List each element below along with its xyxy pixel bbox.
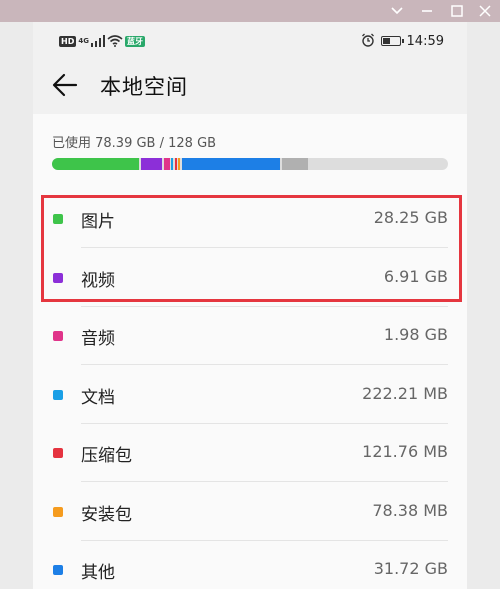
signal-icon xyxy=(90,32,105,51)
category-color-dot xyxy=(53,331,63,341)
category-size: 1.98 GB xyxy=(383,325,448,344)
usage-segment-7 xyxy=(281,158,309,170)
category-color-dot xyxy=(53,214,63,224)
collapse-chevron-icon[interactable] xyxy=(382,0,412,22)
category-label: 图片 xyxy=(81,212,115,232)
close-icon[interactable] xyxy=(470,0,500,22)
storage-usage-text: 已使用 78.39 GB / 128 GB xyxy=(52,136,217,151)
usage-segment-2 xyxy=(163,158,170,170)
category-row[interactable]: 视频 6.91 GB xyxy=(33,249,467,307)
category-size: 6.91 GB xyxy=(383,266,448,286)
storage-category-list: 图片 28.25 GB 视频 6.91 GB 音频 1.98 GB 文档 222.21 MB 压… xyxy=(33,190,467,589)
category-size: 31.72 GB xyxy=(373,559,448,578)
category-row[interactable]: 图片 28.25 GB xyxy=(33,190,467,248)
category-label: 音频 xyxy=(81,329,115,349)
category-row[interactable]: 音频 1.98 GB xyxy=(33,307,467,365)
app-notification-badge: 蓝牙 xyxy=(124,35,145,47)
usage-segment-3 xyxy=(171,158,174,170)
category-color-dot xyxy=(53,389,63,400)
category-color-dot xyxy=(53,272,63,283)
4g-label: 4G xyxy=(78,36,89,45)
category-row[interactable]: 文档 222.21 MB xyxy=(33,366,467,424)
back-arrow-icon[interactable] xyxy=(51,72,79,98)
storage-usage-bar xyxy=(52,158,448,170)
wifi-icon xyxy=(107,32,123,51)
status-bar: HD 4G 蓝牙 14:59 xyxy=(33,22,467,60)
usage-segment-6 xyxy=(181,158,281,170)
usage-segment-0 xyxy=(52,158,140,170)
category-row[interactable]: 压缩包 121.76 MB xyxy=(33,424,467,482)
usage-segment-5 xyxy=(178,158,181,170)
status-right: 14:59 xyxy=(361,31,444,51)
category-color-dot xyxy=(53,565,63,575)
usage-segment-4 xyxy=(174,158,177,170)
window-title-bar xyxy=(0,0,500,22)
category-size: 28.25 GB xyxy=(373,208,448,227)
category-row[interactable]: 安装包 78.38 MB xyxy=(33,483,467,541)
page-title: 本地空间 xyxy=(100,75,188,99)
category-label: 视频 xyxy=(81,270,115,291)
maximize-icon[interactable] xyxy=(442,0,472,22)
category-color-dot xyxy=(53,506,63,517)
alarm-icon xyxy=(361,32,375,51)
category-row[interactable]: 其他 31.72 GB xyxy=(33,541,467,589)
status-left: HD 4G 蓝牙 xyxy=(59,33,145,49)
app-bar: 本地空间 xyxy=(33,60,467,110)
category-size: 222.21 MB xyxy=(362,383,448,403)
battery-icon xyxy=(380,36,404,46)
category-color-dot xyxy=(53,448,63,458)
category-label: 文档 xyxy=(81,387,115,408)
clock-time: 14:59 xyxy=(406,33,444,49)
phone-screen: HD 4G 蓝牙 14:59 本地空间 已使用 78.39 GB / 128 G… xyxy=(33,22,467,589)
category-label: 其他 xyxy=(81,563,115,583)
category-size: 121.76 MB xyxy=(362,442,448,461)
usage-segment-1 xyxy=(140,158,163,170)
category-size: 78.38 MB xyxy=(372,500,448,520)
hd-badge: HD xyxy=(59,35,77,47)
minimize-icon[interactable] xyxy=(412,0,442,22)
category-label: 安装包 xyxy=(81,504,132,525)
category-label: 压缩包 xyxy=(81,446,132,466)
